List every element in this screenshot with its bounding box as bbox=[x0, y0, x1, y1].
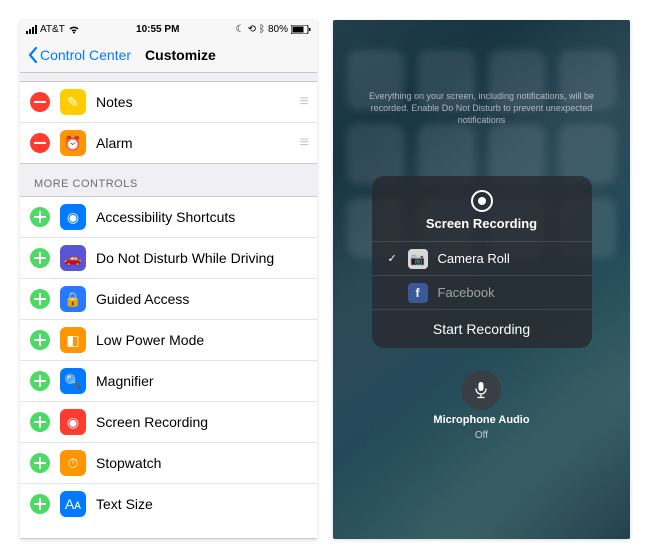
bluetooth-icon: ᛒ bbox=[259, 24, 265, 35]
more-row[interactable]: ◉ Screen Recording bbox=[20, 402, 317, 443]
chevron-left-icon bbox=[28, 47, 38, 63]
row-label: Magnifier bbox=[96, 373, 154, 389]
app-icon: ⏱ bbox=[60, 450, 86, 476]
screen-recording-overlay: Everything on your screen, including not… bbox=[333, 20, 630, 539]
add-icon[interactable] bbox=[30, 412, 50, 432]
remove-icon[interactable] bbox=[30, 133, 50, 153]
add-icon[interactable] bbox=[30, 371, 50, 391]
row-label: Low Power Mode bbox=[96, 332, 204, 348]
destination-option[interactable]: ✓ 📷 Camera Roll bbox=[372, 241, 592, 275]
drag-handle-icon[interactable]: ≡ bbox=[300, 93, 307, 111]
app-icon: 🔍 bbox=[60, 368, 86, 394]
row-label: Guided Access bbox=[96, 291, 189, 307]
signal-icon bbox=[26, 25, 37, 34]
wifi-icon bbox=[68, 25, 80, 34]
drag-handle-icon[interactable]: ≡ bbox=[300, 134, 307, 152]
included-row[interactable]: ⏰ Alarm ≡ bbox=[20, 123, 317, 163]
recording-panel: Screen Recording ✓📷Camera RollfFacebook … bbox=[372, 176, 592, 348]
settings-screen: AT&T 10:55 PM ☾ ⟲ ᛒ 80% Control Center C… bbox=[20, 20, 317, 539]
row-label: Accessibility Shortcuts bbox=[96, 209, 235, 225]
back-label: Control Center bbox=[40, 47, 131, 63]
included-row[interactable]: ✎ Notes ≡ bbox=[20, 82, 317, 123]
battery-label: 80% bbox=[268, 24, 288, 35]
more-row[interactable]: Aᴀ Text Size bbox=[20, 484, 317, 524]
option-label: Camera Roll bbox=[438, 251, 510, 266]
more-row[interactable]: 🚗 Do Not Disturb While Driving bbox=[20, 238, 317, 279]
option-label: Facebook bbox=[438, 285, 495, 300]
row-label: Alarm bbox=[96, 135, 133, 151]
add-icon[interactable] bbox=[30, 330, 50, 350]
row-label: Do Not Disturb While Driving bbox=[96, 250, 274, 266]
app-icon: 🚗 bbox=[60, 245, 86, 271]
record-icon bbox=[471, 190, 493, 212]
row-label: Screen Recording bbox=[96, 414, 208, 430]
microphone-icon bbox=[461, 370, 501, 410]
more-controls-list: ◉ Accessibility Shortcuts 🚗 Do Not Disturb … bbox=[20, 196, 317, 539]
app-icon: ◧ bbox=[60, 327, 86, 353]
row-label: Text Size bbox=[96, 496, 153, 512]
add-icon[interactable] bbox=[30, 207, 50, 227]
page-title: Customize bbox=[145, 47, 216, 63]
nav-bar: Control Center Customize bbox=[20, 38, 317, 73]
destination-option[interactable]: f Facebook bbox=[372, 275, 592, 309]
add-icon[interactable] bbox=[30, 453, 50, 473]
more-row[interactable]: 🔍 Magnifier bbox=[20, 361, 317, 402]
row-label: Notes bbox=[96, 94, 133, 110]
back-button[interactable]: Control Center bbox=[28, 47, 131, 63]
microphone-state: Off bbox=[475, 430, 488, 441]
app-icon: ✎ bbox=[60, 89, 86, 115]
more-row[interactable]: ⏱ Stopwatch bbox=[20, 443, 317, 484]
more-row[interactable]: 🔒 Guided Access bbox=[20, 279, 317, 320]
app-icon: 📷 bbox=[408, 249, 428, 269]
app-icon: ◉ bbox=[60, 204, 86, 230]
app-icon: 🔒 bbox=[60, 286, 86, 312]
recording-notice: Everything on your screen, including not… bbox=[333, 90, 630, 126]
start-recording-button[interactable]: Start Recording bbox=[372, 309, 592, 348]
row-label: Stopwatch bbox=[96, 455, 161, 471]
battery-icon bbox=[291, 25, 311, 34]
check-icon: ✓ bbox=[388, 252, 398, 265]
more-row[interactable]: ◧ Low Power Mode bbox=[20, 320, 317, 361]
microphone-toggle[interactable]: Microphone Audio Off bbox=[433, 370, 529, 441]
panel-title: Screen Recording bbox=[426, 216, 537, 231]
section-header: MORE CONTROLS bbox=[20, 164, 317, 196]
app-icon: ⏰ bbox=[60, 130, 86, 156]
app-icon: Aᴀ bbox=[60, 491, 86, 517]
moon-icon: ☾ bbox=[236, 24, 245, 35]
carrier-label: AT&T bbox=[40, 24, 65, 35]
clock-label: 10:55 PM bbox=[136, 24, 179, 35]
app-icon: f bbox=[408, 283, 428, 303]
add-icon[interactable] bbox=[30, 289, 50, 309]
add-icon[interactable] bbox=[30, 494, 50, 514]
remove-icon[interactable] bbox=[30, 92, 50, 112]
included-controls-list: ✎ Notes ≡ ⏰ Alarm ≡ bbox=[20, 81, 317, 164]
orientation-lock-icon: ⟲ bbox=[248, 24, 256, 35]
microphone-label: Microphone Audio bbox=[433, 414, 529, 426]
status-bar: AT&T 10:55 PM ☾ ⟲ ᛒ 80% bbox=[20, 20, 317, 38]
app-icon: ◉ bbox=[60, 409, 86, 435]
add-icon[interactable] bbox=[30, 248, 50, 268]
more-row[interactable]: ◉ Accessibility Shortcuts bbox=[20, 197, 317, 238]
